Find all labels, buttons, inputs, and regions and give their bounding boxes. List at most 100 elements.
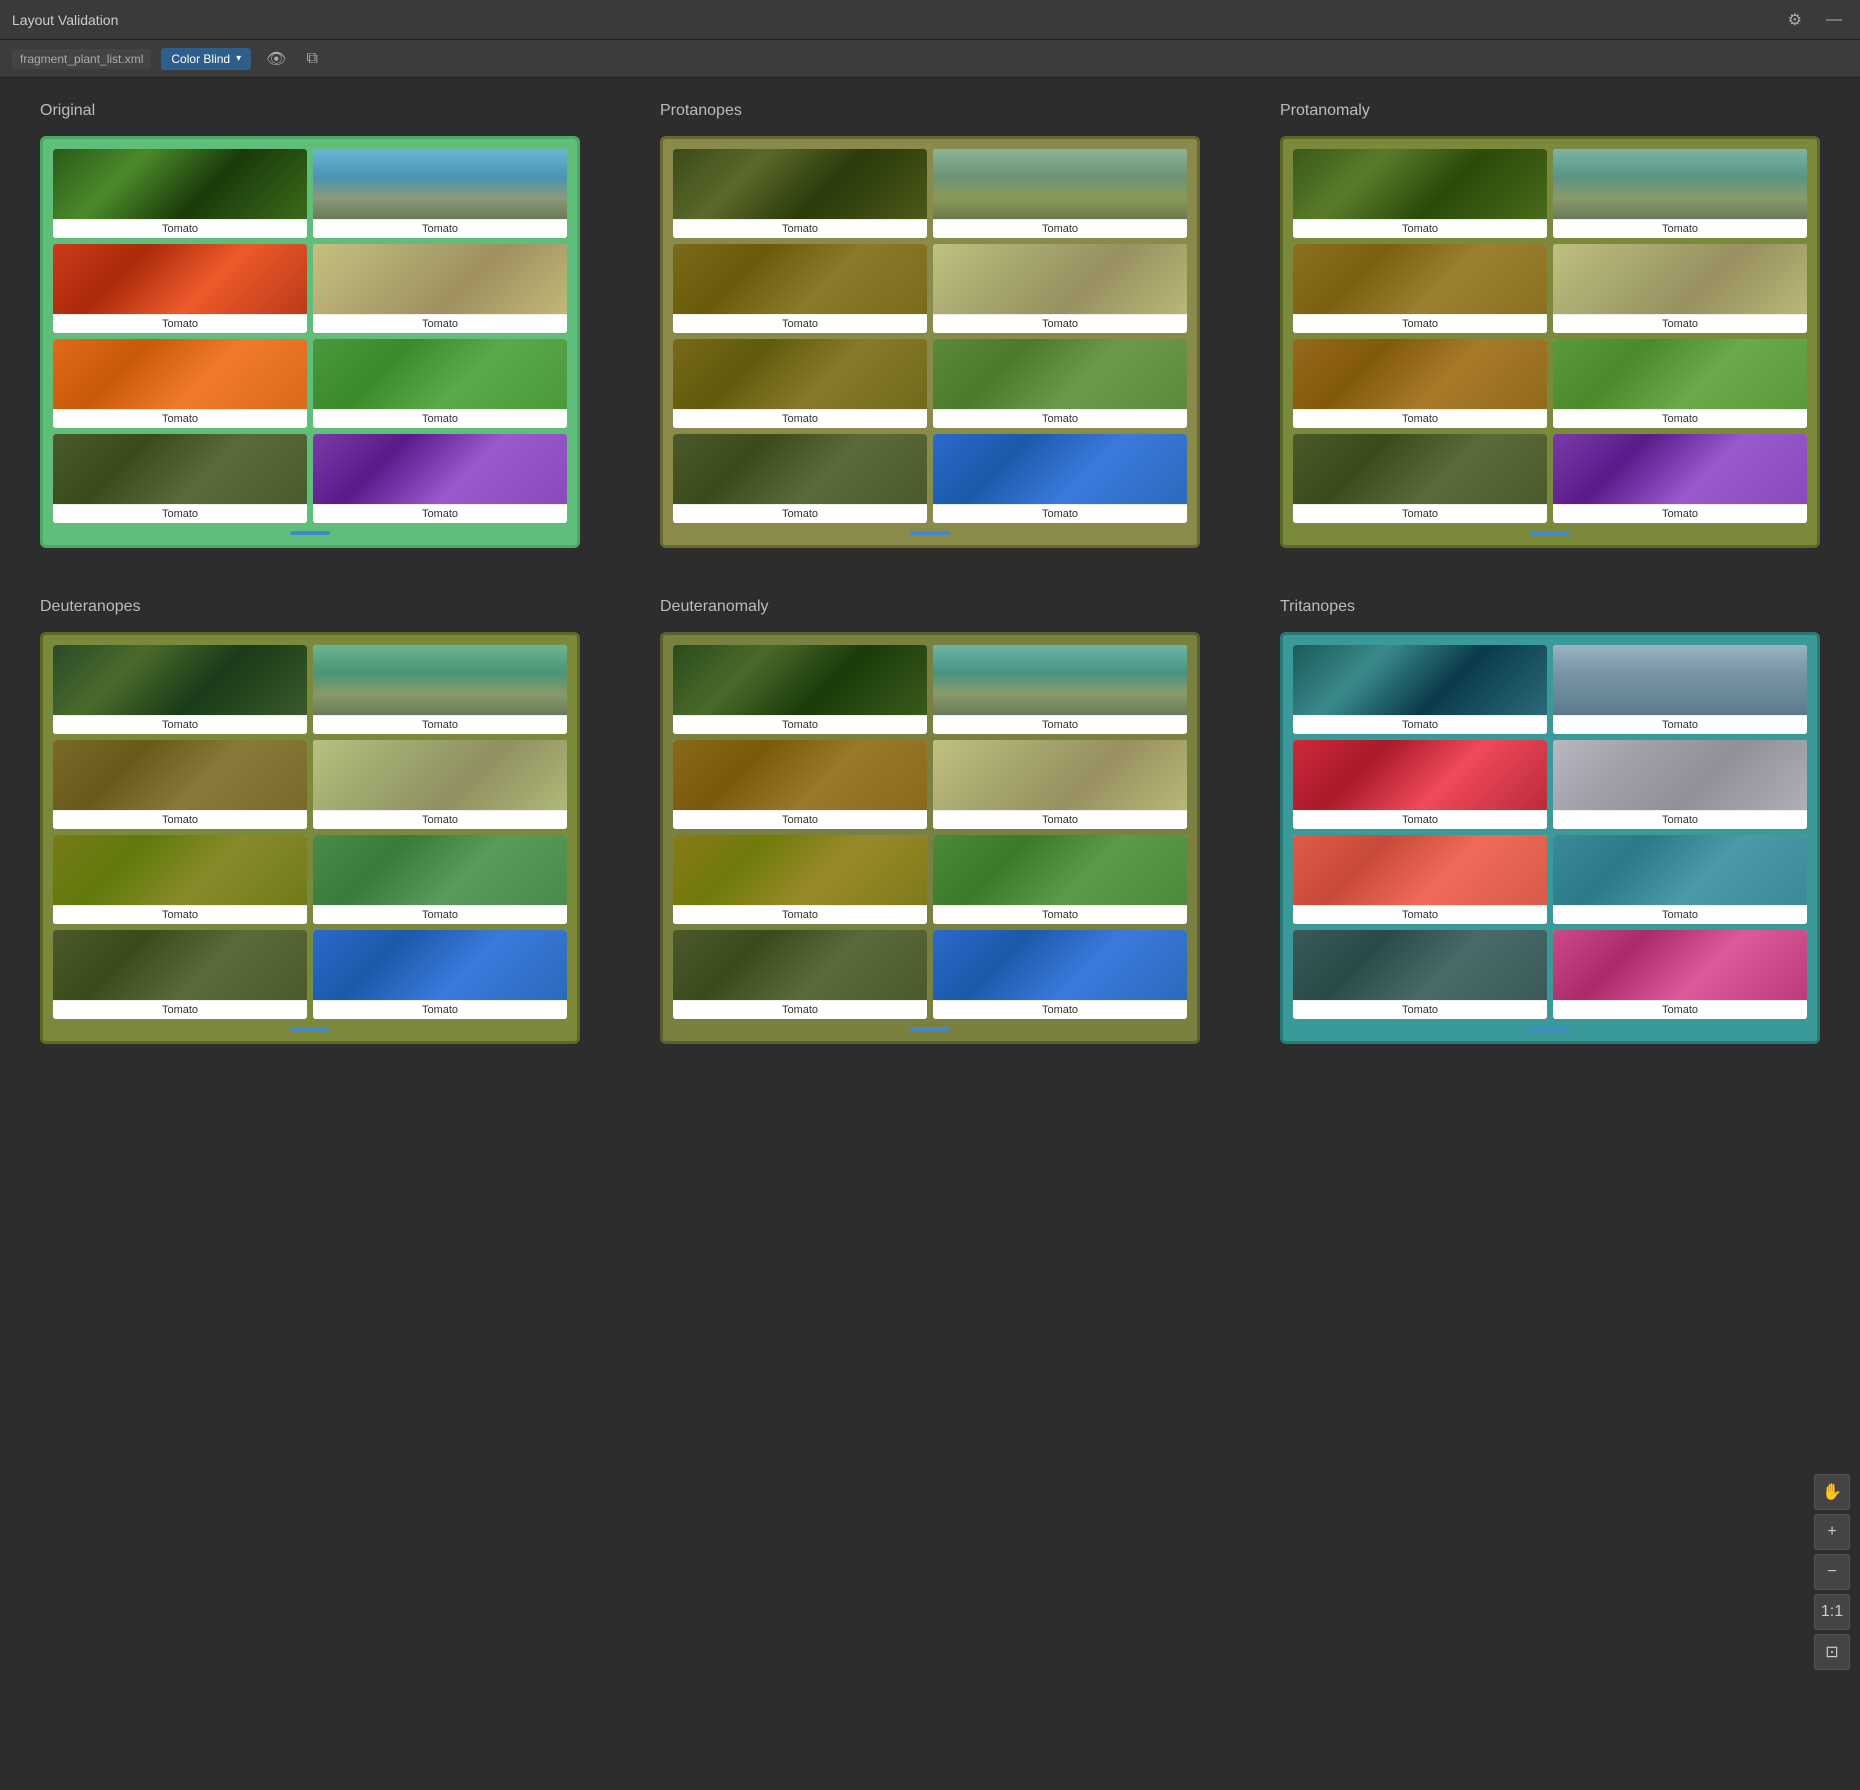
image-flower-protanomaly	[1293, 339, 1547, 409]
image-label: Tomato	[933, 1000, 1187, 1019]
view-icon-button[interactable]: 👁	[261, 47, 291, 71]
panel-protanopes: Tomato Tomato Tomato Tomato	[660, 136, 1200, 548]
panel-tritanopes: Tomato Tomato Tomato Tomato	[1280, 632, 1820, 1044]
image-label: Tomato	[53, 219, 307, 238]
image-row-2: Tomato Tomato	[53, 244, 567, 333]
image-ocean-deuteranopes	[313, 930, 567, 1000]
image-butterfly-protanopes	[673, 149, 927, 219]
image-label: Tomato	[53, 504, 307, 523]
image-card: Tomato	[313, 740, 567, 829]
copy-icon-button[interactable]: ⧉	[301, 48, 322, 70]
image-city-tritanopes	[1553, 645, 1807, 715]
image-leaves-deuteranopes	[53, 740, 307, 810]
image-row-2: Tomato Tomato	[673, 740, 1187, 829]
panel-deuteranopes: Tomato Tomato Tomato Tomato	[40, 632, 580, 1044]
section-title-protanopes: Protanopes	[660, 102, 1200, 120]
zoom-out-button[interactable]: −	[1814, 1554, 1850, 1590]
image-card: Tomato	[933, 645, 1187, 734]
image-purple-original	[313, 434, 567, 504]
image-card: Tomato	[673, 740, 927, 829]
image-label: Tomato	[673, 504, 927, 523]
image-card: Tomato	[673, 339, 927, 428]
image-label: Tomato	[673, 219, 927, 238]
image-card: Tomato	[1293, 835, 1547, 924]
image-grid-protanomaly	[1293, 434, 1547, 504]
image-ocean-deuteranomaly	[933, 930, 1187, 1000]
image-label: Tomato	[933, 810, 1187, 829]
title-bar-left: Layout Validation	[12, 12, 118, 28]
minimize-button[interactable]: —	[1820, 7, 1848, 33]
image-row-4: Tomato Tomato	[53, 930, 567, 1019]
image-row-4: Tomato Tomato	[53, 434, 567, 523]
image-butterfly-tritanopes	[1293, 645, 1547, 715]
app-title: Layout Validation	[12, 12, 118, 28]
image-card: Tomato	[53, 244, 307, 333]
section-title-deuteranopes: Deuteranopes	[40, 598, 580, 616]
image-label: Tomato	[933, 314, 1187, 333]
image-aerial-tritanopes	[1553, 835, 1807, 905]
image-row-1: Tomato Tomato	[1293, 149, 1807, 238]
image-row-4: Tomato Tomato	[673, 434, 1187, 523]
settings-button[interactable]: ⚙	[1782, 6, 1808, 34]
image-label: Tomato	[1553, 905, 1807, 924]
color-blind-dropdown[interactable]: Color Blind ▾	[161, 48, 251, 70]
ratio-button[interactable]: 1:1	[1814, 1594, 1850, 1630]
section-title-deuteranomaly: Deuteranomaly	[660, 598, 1200, 616]
image-ocean-protanopes	[933, 434, 1187, 504]
image-card: Tomato	[673, 645, 927, 734]
image-label: Tomato	[313, 409, 567, 428]
image-aerial-deuteranomaly	[933, 835, 1187, 905]
image-row-1: Tomato Tomato	[673, 645, 1187, 734]
image-label: Tomato	[1553, 219, 1807, 238]
image-row-2: Tomato Tomato	[673, 244, 1187, 333]
fit-button[interactable]: ⊡	[1814, 1634, 1850, 1670]
panel-deuteranomaly: Tomato Tomato Tomato Tomato	[660, 632, 1200, 1044]
image-aerial-original	[313, 339, 567, 409]
image-row-4: Tomato Tomato	[1293, 930, 1807, 1019]
image-card: Tomato	[673, 244, 927, 333]
image-label: Tomato	[673, 314, 927, 333]
image-card: Tomato	[673, 149, 927, 238]
image-butterfly-deuteranopes	[53, 645, 307, 715]
section-protanopes: Protanopes Tomato Tomato Tomato	[660, 102, 1200, 548]
hand-tool-button[interactable]: ✋	[1814, 1474, 1850, 1510]
scroll-indicator	[290, 1027, 330, 1031]
image-twig-protanopes	[933, 244, 1187, 314]
image-label: Tomato	[673, 905, 927, 924]
image-grid-protanopes	[673, 434, 927, 504]
image-label: Tomato	[1293, 810, 1547, 829]
image-butterfly-original	[53, 149, 307, 219]
image-card: Tomato	[1293, 244, 1547, 333]
image-card: Tomato	[1293, 740, 1547, 829]
image-label: Tomato	[53, 409, 307, 428]
image-row-3: Tomato Tomato	[53, 835, 567, 924]
zoom-in-button[interactable]: +	[1814, 1514, 1850, 1550]
image-card: Tomato	[933, 835, 1187, 924]
image-label: Tomato	[673, 715, 927, 734]
image-card: Tomato	[313, 645, 567, 734]
image-row-3: Tomato Tomato	[673, 835, 1187, 924]
image-card: Tomato	[933, 339, 1187, 428]
image-leaves-deuteranomaly	[673, 740, 927, 810]
image-grid-deuteranomaly	[673, 930, 927, 1000]
image-label: Tomato	[1293, 314, 1547, 333]
image-butterfly-deuteranomaly	[673, 645, 927, 715]
image-card: Tomato	[933, 740, 1187, 829]
image-label: Tomato	[933, 715, 1187, 734]
image-twig-deuteranomaly	[933, 740, 1187, 810]
image-label: Tomato	[1553, 504, 1807, 523]
image-card: Tomato	[673, 835, 927, 924]
section-title-protanomaly: Protanomaly	[1280, 102, 1820, 120]
image-twig-tritanopes	[1553, 740, 1807, 810]
image-label: Tomato	[1293, 1000, 1547, 1019]
image-card: Tomato	[53, 835, 307, 924]
image-row-3: Tomato Tomato	[673, 339, 1187, 428]
mode-label: Color Blind	[171, 52, 230, 66]
image-row-2: Tomato Tomato	[53, 740, 567, 829]
image-card: Tomato	[1553, 835, 1807, 924]
image-flower-deuteranomaly	[673, 835, 927, 905]
title-bar: Layout Validation ⚙ —	[0, 0, 1860, 40]
toolbar: fragment_plant_list.xml Color Blind ▾ 👁 …	[0, 40, 1860, 78]
image-card: Tomato	[313, 434, 567, 523]
image-label: Tomato	[1293, 715, 1547, 734]
